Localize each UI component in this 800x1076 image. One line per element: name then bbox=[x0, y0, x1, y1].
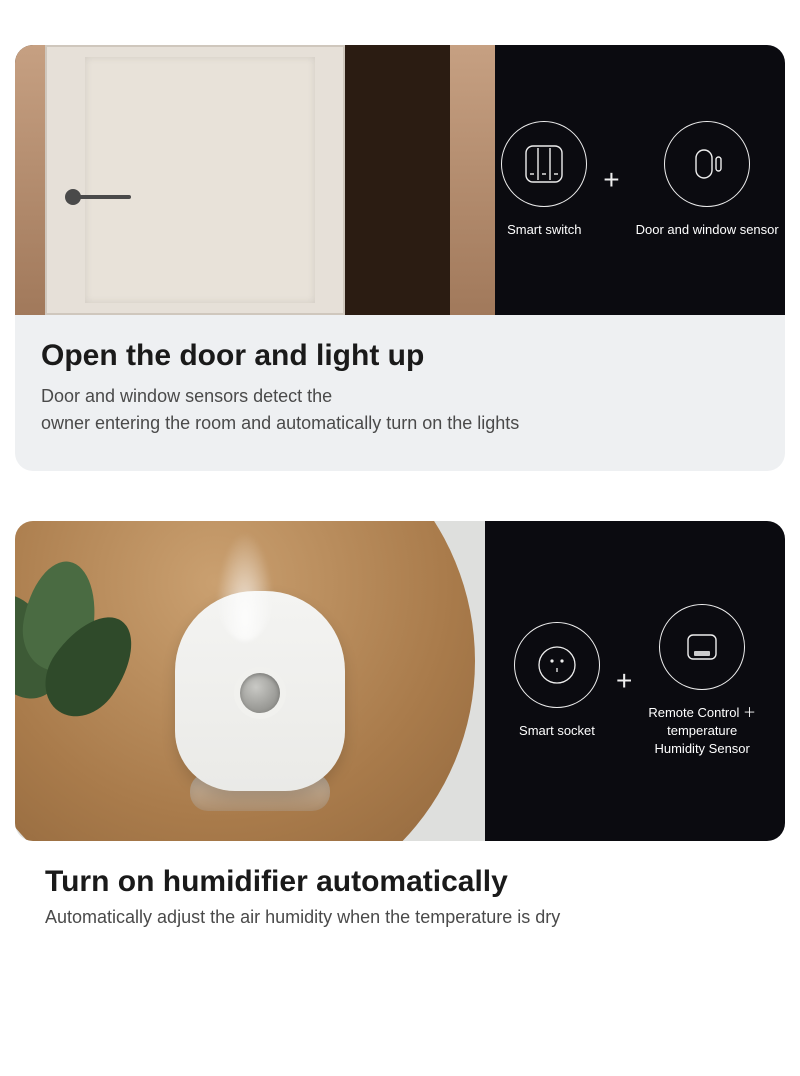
smart-switch-icon bbox=[501, 121, 587, 207]
feature-card-humidifier: Smart socket + Remote Control ＋ temperat… bbox=[15, 521, 785, 928]
card-body: Open the door and light up Door and wind… bbox=[15, 315, 785, 471]
icon-panel: Smart socket + Remote Control ＋ temperat… bbox=[485, 521, 785, 841]
hero-photo-humidifier bbox=[15, 521, 485, 841]
hero: Smart switch + Door and window sensor bbox=[15, 45, 785, 315]
remote-temp-humidity-sensor-icon bbox=[659, 604, 745, 690]
icon-panel: Smart switch + Door and window sensor bbox=[495, 45, 785, 315]
card-title: Turn on humidifier automatically bbox=[45, 865, 755, 899]
icon-label: Door and window sensor bbox=[636, 221, 779, 239]
door-window-sensor-icon bbox=[664, 121, 750, 207]
icon-label: Smart switch bbox=[507, 221, 581, 239]
hero: Smart socket + Remote Control ＋ temperat… bbox=[15, 521, 785, 841]
hero-photo-door bbox=[15, 45, 495, 315]
plus-icon: + bbox=[601, 166, 621, 194]
icon-label: Smart socket bbox=[519, 722, 595, 740]
feature-card-door-light: Smart switch + Door and window sensor bbox=[15, 45, 785, 471]
icon-label: Remote Control ＋ temperature Humidity Se… bbox=[648, 704, 756, 759]
card-title: Open the door and light up bbox=[41, 339, 759, 373]
plus-icon: + bbox=[614, 667, 634, 695]
smart-socket-icon bbox=[514, 622, 600, 708]
card-desc: Door and window sensors detect the owner… bbox=[41, 383, 759, 437]
card-desc: Automatically adjust the air humidity wh… bbox=[45, 907, 755, 928]
card-body: Turn on humidifier automatically Automat… bbox=[15, 841, 785, 928]
